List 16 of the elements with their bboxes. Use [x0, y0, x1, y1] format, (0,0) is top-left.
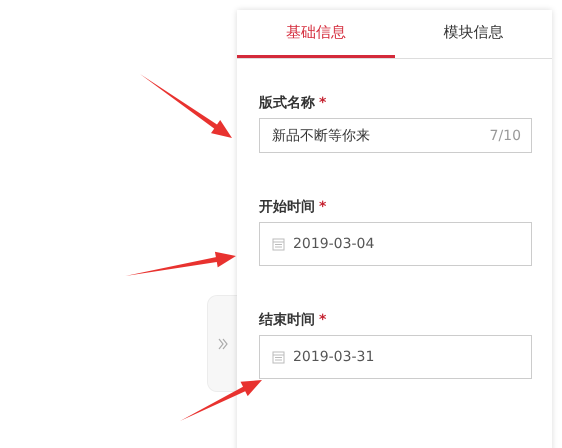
collapse-handle[interactable]: [207, 295, 237, 392]
field-label: 结束时间: [259, 312, 315, 328]
double-chevron-icon: [218, 338, 228, 350]
field-label: 开始时间: [259, 199, 315, 215]
field-label: 版式名称: [259, 95, 315, 111]
date-field[interactable]: 2019-03-04: [259, 222, 532, 266]
calendar-icon: [272, 238, 285, 250]
date-field[interactable]: 2019-03-31: [259, 335, 532, 379]
input-field[interactable]: 新品不断等你来 7/10: [259, 118, 532, 153]
required-mark: *: [319, 199, 326, 215]
calendar-icon: [272, 350, 285, 364]
tab[interactable]: 模块信息: [394, 10, 552, 58]
required-mark: *: [319, 312, 326, 328]
character-counter: 7/10: [490, 128, 521, 144]
required-mark: *: [319, 95, 326, 111]
tab[interactable]: 基础信息: [237, 10, 394, 58]
